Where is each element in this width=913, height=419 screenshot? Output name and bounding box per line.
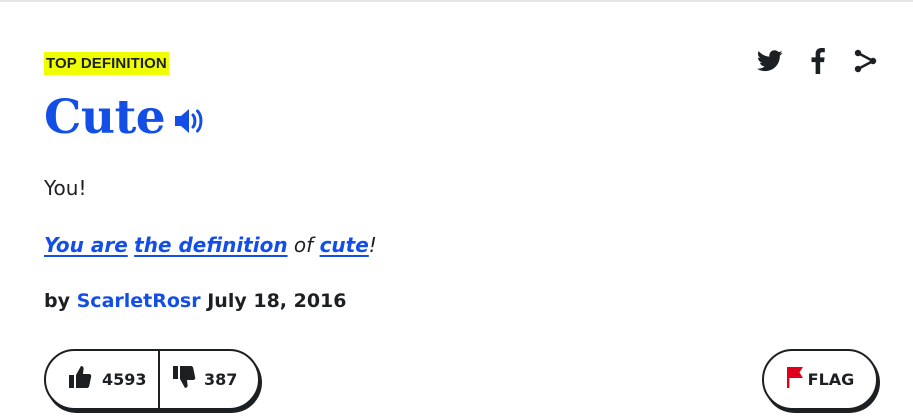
upvote-button[interactable]: 4593 [46, 351, 158, 408]
flag-label: FLAG [807, 370, 855, 389]
contributor-line: by ScarletRosr July 18, 2016 [44, 290, 347, 312]
speaker-icon[interactable] [173, 106, 207, 136]
word-header: Cute [44, 90, 207, 146]
top-definition-badge: TOP DEFINITION [44, 52, 169, 75]
facebook-icon[interactable] [805, 48, 831, 74]
downvote-count: 387 [204, 370, 238, 389]
example-link-cute[interactable]: cute [320, 233, 369, 257]
thumbs-down-icon [172, 365, 196, 394]
example-link-you-are[interactable]: You are [44, 233, 128, 257]
flag-button[interactable]: FLAG [762, 349, 878, 410]
downvote-button[interactable]: 387 [160, 351, 237, 408]
definition-meaning: You! [44, 176, 87, 200]
word-title-link[interactable]: Cute [44, 90, 166, 146]
share-bar [757, 48, 879, 74]
thumbs-up-icon [68, 365, 92, 394]
contributor-prefix: by [44, 290, 70, 312]
share-icon[interactable] [853, 48, 879, 74]
vote-buttons: 4593 387 [44, 349, 260, 410]
example-text-end: ! [368, 233, 377, 257]
example-link-the-definition[interactable]: the definition [134, 233, 287, 257]
definition-example: You are the definition of cute! [44, 233, 377, 257]
upvote-count: 4593 [102, 370, 147, 389]
example-text-of: of [287, 233, 320, 257]
twitter-icon[interactable] [757, 48, 783, 74]
post-date: July 18, 2016 [207, 290, 347, 312]
definition-card: TOP DEFINITION Cute You! You are the def… [0, 0, 913, 419]
flag-icon [786, 366, 804, 393]
author-link[interactable]: ScarletRosr [77, 290, 201, 312]
